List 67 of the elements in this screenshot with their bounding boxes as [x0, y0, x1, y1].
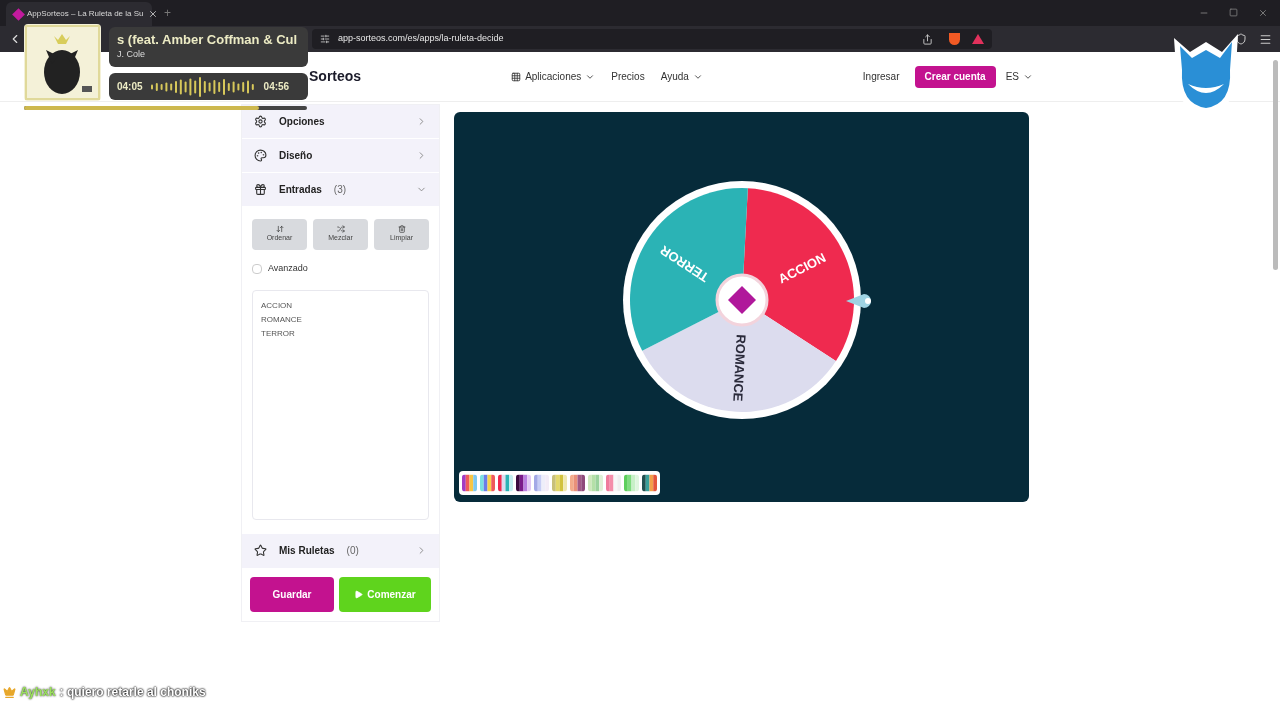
palette-swatch-icon[interactable]	[606, 474, 621, 492]
gear-icon	[254, 115, 267, 128]
gift-icon	[254, 183, 267, 196]
wheel-hub[interactable]	[715, 273, 768, 327]
triangle-icon[interactable]	[972, 34, 984, 44]
palette-swatch-icon[interactable]	[570, 474, 585, 492]
palette-swatch-icon[interactable]	[480, 474, 495, 492]
site-settings-icon[interactable]	[320, 34, 330, 44]
segment-label: ROMANCE	[729, 334, 749, 402]
waveform-icon	[150, 76, 256, 97]
palette-swatch-icon[interactable]	[588, 474, 603, 492]
palette-icon	[254, 149, 267, 162]
url-text: app-sorteos.com/es/apps/la-ruleta-decide	[338, 32, 504, 46]
accordion-header[interactable]: Entradas (3)	[242, 173, 439, 207]
save-button[interactable]: Guardar	[250, 576, 334, 612]
saved-count: (0)	[346, 544, 359, 558]
palette-swatch-icon[interactable]	[462, 474, 477, 492]
shuffle-icon	[336, 225, 345, 234]
palette-swatch-icon[interactable]	[624, 474, 639, 492]
advanced-checkbox[interactable]	[252, 263, 262, 274]
login-link[interactable]: Ingresar	[862, 69, 900, 84]
signup-button[interactable]: Crear cuenta	[914, 65, 996, 88]
checkbox-label: Avanzado	[268, 262, 308, 275]
site-logo-text[interactable]: Sorteos	[309, 66, 362, 87]
accordion-header[interactable]: Opciones	[242, 105, 439, 139]
tab-title: AppSorteos – La Ruleta de la Su	[27, 8, 144, 20]
palette-swatch-icon[interactable]	[516, 474, 531, 492]
chat-message: : quiero retarle al choniks	[59, 684, 206, 701]
entries-textarea[interactable]: ACCION ROMANCE TERROR	[252, 289, 429, 520]
entry-line: ACCION	[261, 299, 294, 312]
chat-username: Ayhxk	[20, 684, 56, 701]
star-icon	[254, 544, 267, 557]
entry-line: ROMANCE	[261, 313, 303, 326]
share-icon[interactable]	[922, 33, 933, 45]
accordion-header[interactable]: Mis Ruletas (0)	[242, 533, 439, 568]
song-title: s (feat. Amber Coffman & Cul	[117, 31, 299, 48]
nav-link[interactable]: Ayuda	[660, 69, 703, 84]
palette-swatch-icon[interactable]	[642, 474, 657, 492]
entry-line: TERROR	[261, 327, 296, 340]
accordion-header[interactable]: Diseño	[242, 139, 439, 173]
trash-icon	[397, 225, 406, 234]
language-menu[interactable]: ES	[1005, 69, 1033, 84]
new-tab-button[interactable]: +	[164, 4, 171, 22]
menu-icon[interactable]	[1259, 32, 1272, 46]
artist-name: J. Cole	[117, 48, 146, 61]
section-title: Diseño	[279, 149, 313, 163]
palette-swatch-icon[interactable]	[498, 474, 513, 492]
grid-icon	[511, 71, 522, 82]
play-icon	[354, 589, 364, 599]
address-bar[interactable]: app-sorteos.com/es/apps/la-ruleta-decide	[312, 29, 992, 49]
section-title: Mis Ruletas	[279, 544, 335, 558]
crown-icon	[3, 685, 16, 699]
close-icon[interactable]	[1258, 8, 1268, 18]
entry-count: (3)	[333, 183, 347, 197]
elapsed-time: 04:05	[117, 80, 143, 94]
section-title: Entradas	[279, 183, 322, 197]
section-title: Opciones	[279, 115, 325, 129]
sort-icon	[275, 225, 284, 234]
close-icon[interactable]	[147, 9, 158, 19]
palette-swatch-icon[interactable]	[552, 474, 567, 492]
total-time: 04:56	[263, 80, 290, 94]
nav-link[interactable]: Aplicaciones	[511, 69, 596, 84]
maximize-icon[interactable]	[1229, 8, 1238, 17]
palette-swatch-icon[interactable]	[534, 474, 549, 492]
shield-icon[interactable]	[1235, 33, 1247, 45]
site-icon	[12, 7, 25, 21]
nav-link[interactable]: Precios	[611, 69, 645, 84]
